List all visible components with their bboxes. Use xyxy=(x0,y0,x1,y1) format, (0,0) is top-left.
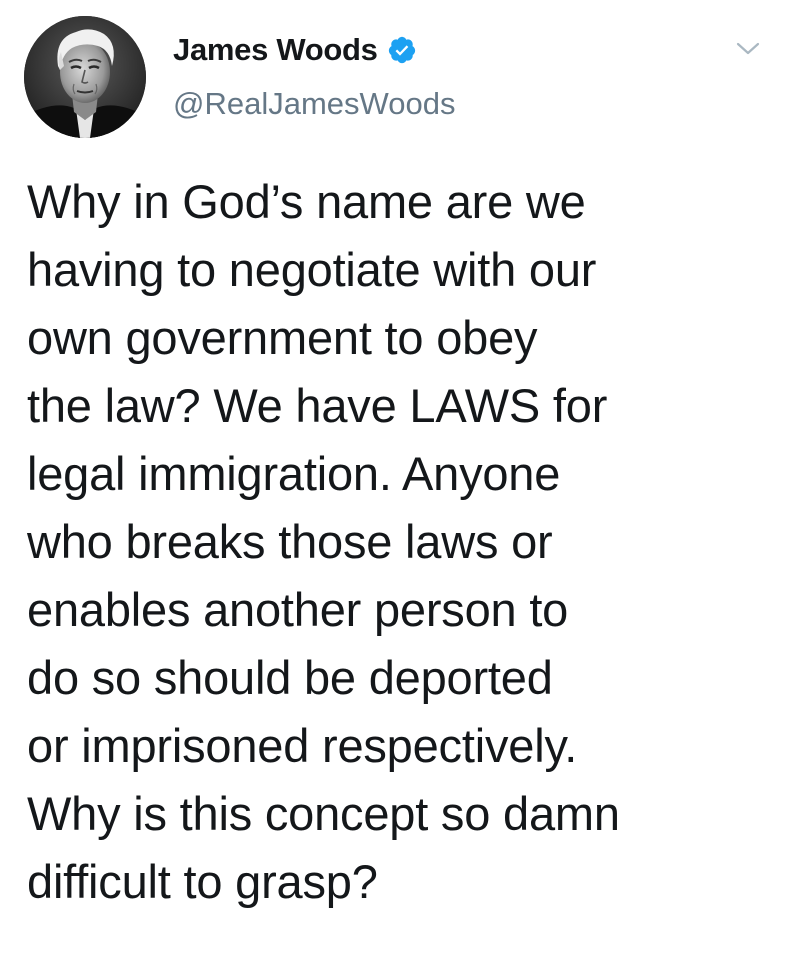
author-handle[interactable]: @RealJamesWoods xyxy=(173,84,455,124)
tweet-text: Why in God’s name are we having to negot… xyxy=(27,168,777,916)
avatar[interactable] xyxy=(24,16,146,138)
tweet-text-line: having to negotiate with our xyxy=(27,243,597,296)
chevron-down-icon[interactable] xyxy=(733,36,763,60)
tweet-text-line: the law? We have LAWS for xyxy=(27,379,608,432)
author-display-name[interactable]: James Woods xyxy=(173,30,378,70)
tweet-text-line: Why in God’s name are we xyxy=(27,175,586,228)
tweet-text-line: enables another person to xyxy=(27,583,569,636)
tweet-text-line: who breaks those laws or xyxy=(27,515,553,568)
tweet-text-line: own government to obey xyxy=(27,311,538,364)
tweet-text-line: legal immigration. Anyone xyxy=(27,447,561,500)
verified-badge-icon xyxy=(387,35,417,65)
tweet-text-line: do so should be deported xyxy=(27,651,553,704)
tweet-text-line: difficult to grasp? xyxy=(27,855,378,908)
tweet-text-line: or imprisoned respectively. xyxy=(27,719,578,772)
tweet-card: James Woods @RealJamesWoods Why in God’s… xyxy=(0,0,791,960)
tweet-text-line: Why is this concept so damn xyxy=(27,787,620,840)
profile-photo-icon xyxy=(24,16,146,138)
author-name-row[interactable]: James Woods xyxy=(173,30,417,70)
